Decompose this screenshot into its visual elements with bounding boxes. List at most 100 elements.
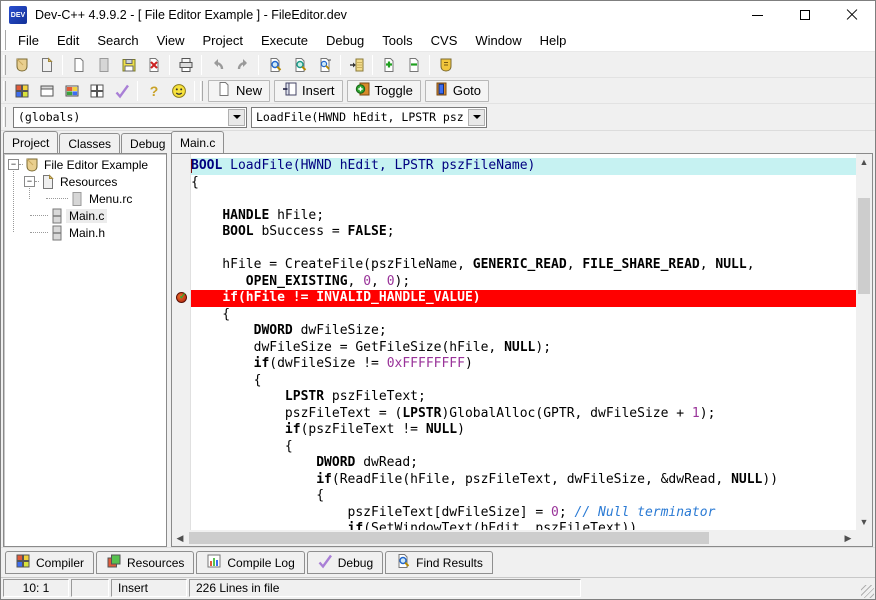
project-tree-panel: −File Editor Example−ResourcesMenu.rcMai…: [3, 153, 167, 547]
help-button[interactable]: ?: [141, 79, 166, 102]
horizontal-scrollbar[interactable]: ◀ ▶: [172, 530, 856, 546]
scope-combobox[interactable]: (globals): [13, 107, 247, 128]
rebuild-button[interactable]: [84, 79, 109, 102]
vertical-scrollbar[interactable]: ▲ ▼: [856, 154, 872, 530]
menu-project[interactable]: Project: [194, 31, 252, 50]
page-fold-icon: [39, 57, 55, 73]
function-combobox[interactable]: LoadFile(HWND hEdit, LPSTR psz: [251, 107, 487, 128]
output-tab-compiler[interactable]: Compiler: [5, 551, 94, 574]
scope-combobox-dropdown[interactable]: [228, 109, 245, 126]
open-project-button[interactable]: [34, 53, 59, 76]
menu-window[interactable]: Window: [466, 31, 530, 50]
menu-file[interactable]: File: [9, 31, 48, 50]
find-button[interactable]: [262, 53, 287, 76]
function-combobox-dropdown[interactable]: [468, 109, 485, 126]
output-tab-compile-log[interactable]: Compile Log: [196, 551, 304, 574]
about-button[interactable]: [166, 79, 191, 102]
find-icon: [267, 57, 283, 73]
tab-main-c[interactable]: Main.c: [171, 131, 224, 153]
print-button[interactable]: [173, 53, 198, 76]
tree-expander-icon[interactable]: −: [8, 159, 19, 170]
replace-button[interactable]: [312, 53, 337, 76]
code-line: if(hFile != INVALID_HANDLE_VALUE): [191, 290, 856, 307]
maximize-button[interactable]: [781, 1, 828, 29]
code-area[interactable]: BOOL LoadFile(HWND hEdit, LPSTR pszFileN…: [191, 154, 856, 530]
add-to-project-button[interactable]: [376, 53, 401, 76]
toggle-button-label: Toggle: [375, 83, 413, 98]
menu-execute[interactable]: Execute: [252, 31, 317, 50]
code-line: {: [191, 439, 856, 456]
page-icon: [216, 81, 232, 100]
goto-button[interactable]: Goto: [425, 80, 489, 102]
save-button[interactable]: [91, 53, 116, 76]
output-tabbar: Compiler Resources Compile LogDebugFind Re…: [1, 547, 875, 577]
tree-item-main-h[interactable]: Main.h: [4, 224, 166, 241]
scroll-right-icon[interactable]: ▶: [840, 530, 856, 546]
output-tab-find-results[interactable]: Find Results: [385, 551, 493, 574]
tab-project[interactable]: Project: [3, 131, 58, 153]
menu-debug[interactable]: Debug: [317, 31, 373, 50]
run-button[interactable]: [34, 79, 59, 102]
resources-stack-icon: [106, 553, 122, 572]
menu-view[interactable]: View: [148, 31, 194, 50]
barchart-icon: [206, 553, 222, 572]
redo-button[interactable]: [230, 53, 255, 76]
compile-run-button[interactable]: [59, 79, 84, 102]
scroll-up-icon[interactable]: ▲: [856, 154, 872, 170]
tree-item-label: File Editor Example: [41, 158, 151, 172]
editor[interactable]: BOOL LoadFile(HWND hEdit, LPSTR pszFileN…: [171, 153, 873, 547]
menu-search[interactable]: Search: [88, 31, 147, 50]
toolbar-grip[interactable]: [3, 55, 6, 75]
squares-color-icon: [14, 83, 30, 99]
scroll-left-icon[interactable]: ◀: [172, 530, 188, 546]
new-project-button[interactable]: [9, 53, 34, 76]
project-options-button[interactable]: [433, 53, 458, 76]
tree-expander-icon[interactable]: −: [24, 176, 35, 187]
tree-item-main-c[interactable]: Main.c: [4, 207, 166, 224]
undo-button[interactable]: [205, 53, 230, 76]
output-tab-debug[interactable]: Debug: [307, 551, 383, 574]
redo-icon: [235, 57, 251, 73]
horizontal-scrollbar-thumb[interactable]: [189, 532, 709, 544]
minimize-button[interactable]: [734, 1, 781, 29]
toolbar-separator: [194, 81, 195, 101]
close-file-button[interactable]: [141, 53, 166, 76]
menu-cvs[interactable]: CVS: [422, 31, 467, 50]
toolbar-grip[interactable]: [200, 81, 203, 101]
toolbar-grip[interactable]: [3, 81, 6, 101]
page-gray-icon: [96, 57, 112, 73]
code-line: if(ReadFile(hFile, pszFileText, dwFileSi…: [191, 472, 856, 489]
scroll-down-icon[interactable]: ▼: [856, 514, 872, 530]
editor-gutter[interactable]: [172, 154, 191, 530]
pages-double-icon: [48, 208, 66, 224]
tab-label: Resources: [127, 556, 184, 570]
new-button[interactable]: New: [208, 80, 270, 102]
tab-debug[interactable]: Debug: [121, 133, 174, 153]
toggle-button[interactable]: Toggle: [347, 80, 421, 102]
save-all-button[interactable]: [116, 53, 141, 76]
menu-tools[interactable]: Tools: [373, 31, 421, 50]
find-in-files-button[interactable]: [287, 53, 312, 76]
debug-button[interactable]: [109, 79, 134, 102]
resize-grip[interactable]: [861, 585, 874, 598]
insert-button[interactable]: Insert: [274, 80, 343, 102]
vertical-scrollbar-thumb[interactable]: [858, 198, 870, 294]
page-plus-icon: [381, 57, 397, 73]
goto-line-button[interactable]: [344, 53, 369, 76]
new-file-button[interactable]: [66, 53, 91, 76]
toolbar-grip[interactable]: [3, 107, 6, 127]
menu-help[interactable]: Help: [531, 31, 576, 50]
pages-double-icon: [48, 225, 66, 241]
tab-label: Main.c: [180, 136, 215, 150]
tab-classes[interactable]: Classes: [59, 133, 120, 153]
remove-from-project-button[interactable]: [401, 53, 426, 76]
breakpoint-icon[interactable]: [176, 292, 187, 303]
output-tab-resources[interactable]: Resources: [96, 551, 194, 574]
tree-item-file-editor-example[interactable]: − File Editor Example: [4, 156, 166, 173]
close-button[interactable]: [828, 1, 875, 29]
menubar-grip[interactable]: [3, 30, 6, 50]
compile-button[interactable]: [9, 79, 34, 102]
menu-edit[interactable]: Edit: [48, 31, 88, 50]
code-line: dwFileSize = GetFileSize(hFile, NULL);: [191, 340, 856, 357]
check-purple-icon: [317, 553, 333, 572]
